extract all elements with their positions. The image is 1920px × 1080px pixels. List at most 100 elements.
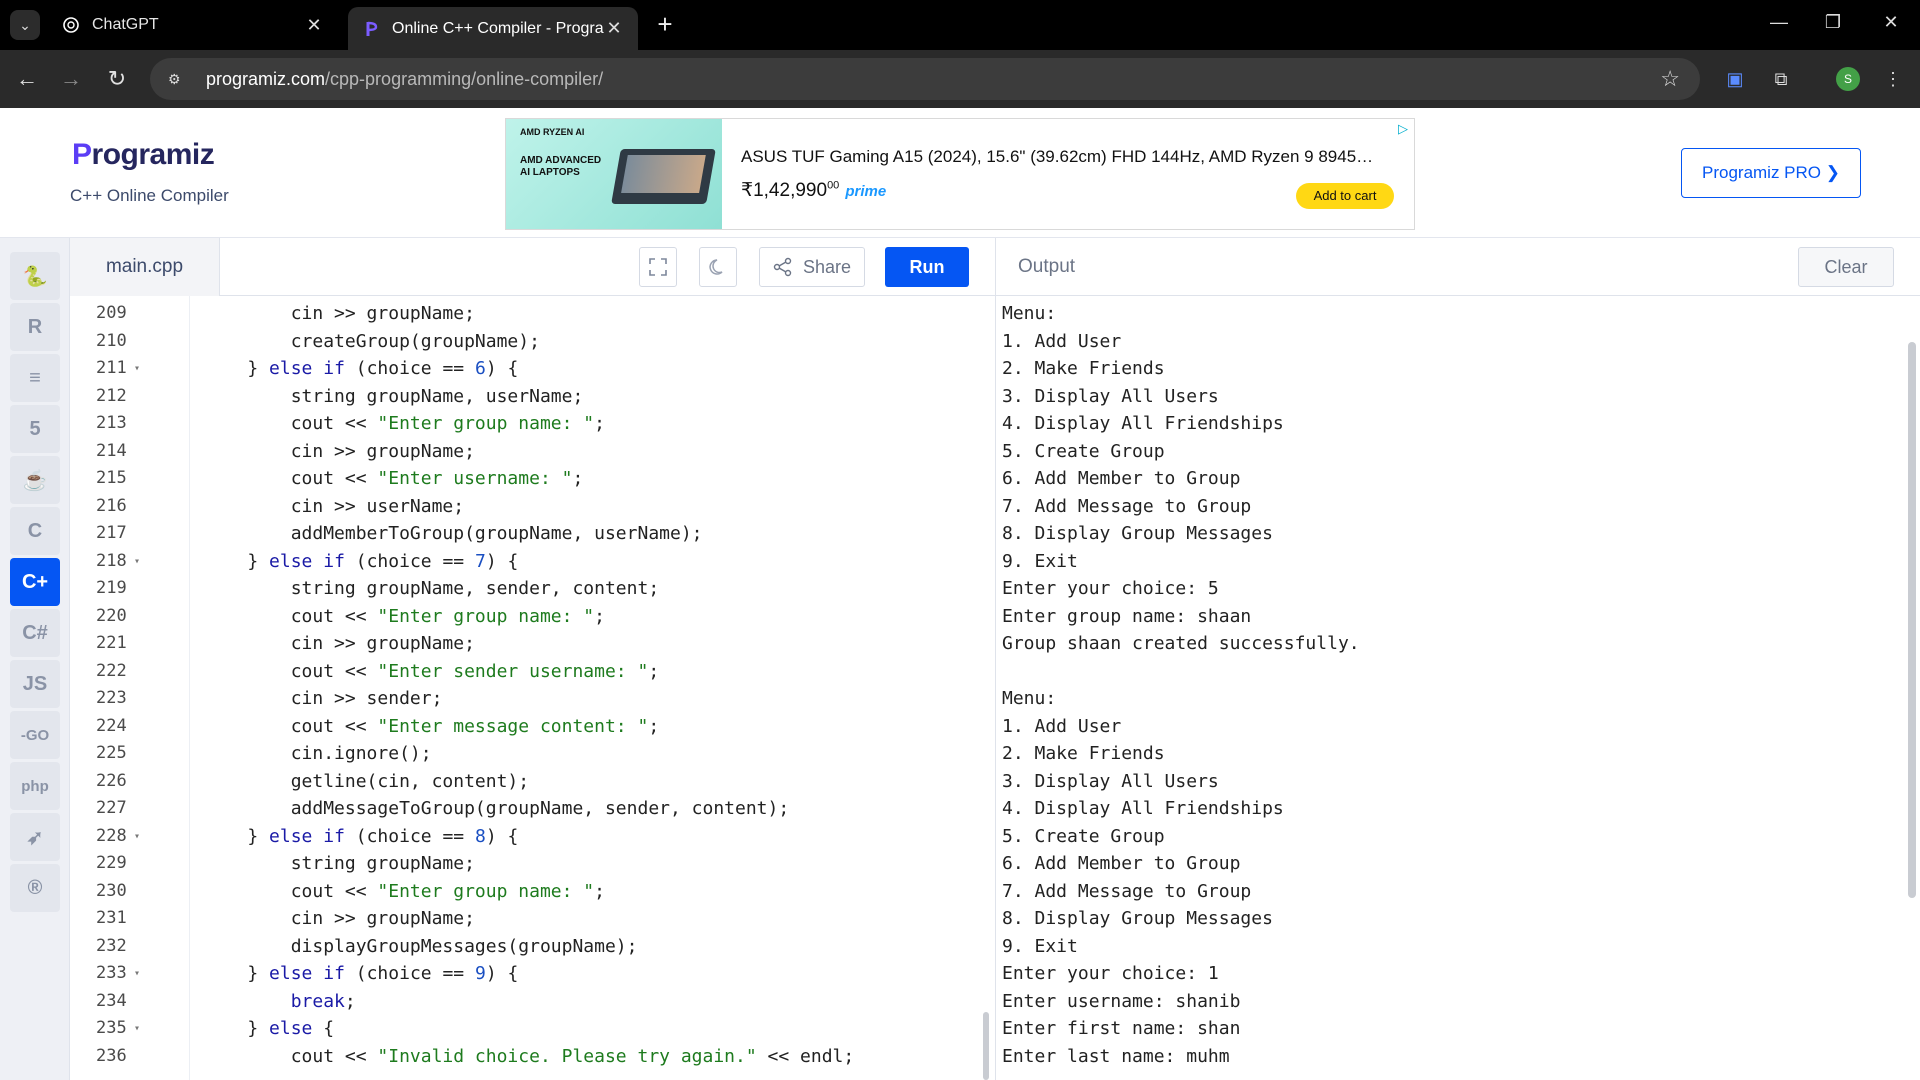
output-line: 4. Display All Friendships [1002,798,1284,819]
code-line[interactable]: 215 cout << "Enter username: "; [70,465,970,493]
code-text: cin >> groupName; [204,633,475,654]
code-line[interactable]: 235 ▾ } else { [70,1015,970,1043]
fold-caret-icon[interactable]: ▾ [134,823,140,851]
extensions-puzzle-icon[interactable]: ⧉ [1766,64,1796,94]
r-lang-icon[interactable]: R [10,303,60,351]
sql-icon[interactable]: ≡ [10,354,60,402]
code-line[interactable]: 229 string groupName; [70,850,970,878]
fold-caret-icon[interactable]: ▾ [134,960,140,988]
tab-search-button[interactable]: ⌄ [10,10,40,40]
ad-title[interactable]: ASUS TUF Gaming A15 (2024), 15.6" (39.62… [741,147,1373,167]
forward-arrow-icon[interactable]: → [56,64,86,94]
code-line[interactable]: 213 cout << "Enter group name: "; [70,410,970,438]
php-icon[interactable]: php [10,762,60,810]
extension-window-icon[interactable]: ▣ [1720,64,1750,94]
close-tab-icon[interactable]: ✕ [304,15,324,36]
code-line[interactable]: 209 cin >> groupName; [70,300,970,328]
code-line[interactable]: 232 displayGroupMessages(groupName); [70,933,970,961]
line-number: 210 [96,330,127,351]
new-tab-button[interactable]: + [650,10,680,40]
swift-icon[interactable]: ➶ [10,813,60,861]
language-sidebar: 🐍 R ≡ 5 ☕ C C+ C# JS -GO php ➶ ® [0,238,70,1080]
output-line: 7. Add Message to Group [1002,880,1252,902]
line-number: 209 [96,303,127,323]
code-editor[interactable]: 209 cin >> groupName; 210 createGroup(gro… [70,296,995,1080]
file-tab-main-cpp[interactable]: main.cpp [70,238,220,296]
code-line[interactable]: 214 cin >> groupName; [70,438,970,466]
code-line[interactable]: 226 getline(cin, content); [70,768,970,796]
code-line[interactable]: 222 cout << "Enter sender username: "; [70,658,970,686]
clear-output-button[interactable]: Clear [1798,247,1894,287]
code-line[interactable]: 227 addMessageToGroup(groupName, sender,… [70,795,970,823]
code-line[interactable]: 225 cin.ignore(); [70,740,970,768]
code-line[interactable]: 233 ▾ } else if (choice == 9) { [70,960,970,988]
fold-caret-icon[interactable]: ▾ [134,355,140,383]
code-line[interactable]: 210 createGroup(groupName); [70,328,970,356]
programiz-logo[interactable]: Programiz [72,138,215,172]
reload-icon[interactable]: ↻ [102,64,132,94]
line-number: 235 [96,1018,127,1038]
html-icon[interactable]: 5 [10,405,60,453]
output-line: Enter username: shanib [1002,990,1241,1012]
site-info-icon[interactable]: ⚙ [168,71,190,88]
ad-image[interactable]: AMD RYZEN AI AMD ADVANCED AI LAPTOPS [506,119,722,229]
ad-price: ₹1,42,99000 prime [741,179,887,201]
javascript-icon[interactable]: JS [10,660,60,708]
ad-choices-icon[interactable]: ▷ [1398,121,1408,137]
fold-caret-icon[interactable]: ▾ [134,548,140,576]
code-text: string groupName, userName; [204,385,584,407]
cpp-lang-icon[interactable]: C+ [10,558,60,606]
more-menu-icon[interactable]: ⋮ [1878,64,1908,94]
restore-window-icon[interactable]: ❐ [1818,12,1848,38]
code-line[interactable]: 216 cin >> userName; [70,493,970,521]
bookmark-star-icon[interactable]: ☆ [1660,66,1680,92]
address-bar[interactable]: ⚙ programiz.com/cpp-programming/online-c… [150,58,1700,100]
code-line[interactable]: 212 string groupName, userName; [70,383,970,411]
back-arrow-icon[interactable]: ← [12,64,42,94]
code-line[interactable]: 234 break; [70,988,970,1016]
output-line: Menu: [1002,303,1057,324]
minimize-window-icon[interactable]: — [1764,12,1794,38]
csharp-icon[interactable]: C# [10,609,60,657]
code-line[interactable]: 220 cout << "Enter group name: "; [70,603,970,631]
editor-scrollbar[interactable] [983,1012,989,1080]
code-line[interactable]: 236 cout << "Invalid choice. Please try … [70,1043,970,1071]
output-title: Output [1018,256,1076,277]
code-line[interactable]: 211 ▾ } else if (choice == 6) { [70,355,970,383]
add-to-cart-button[interactable]: Add to cart [1296,183,1394,209]
line-number: 236 [96,1045,127,1066]
python-icon[interactable]: 🐍 [10,252,60,300]
code-line[interactable]: 231 cin >> groupName; [70,905,970,933]
fullscreen-button[interactable] [639,247,677,287]
browser-tab-chatgpt[interactable]: ChatGPT ✕ [48,7,338,43]
code-line[interactable]: 223 cin >> sender; [70,685,970,713]
code-line[interactable]: 228 ▾ } else if (choice == 8) { [70,823,970,851]
c-lang-icon[interactable]: C [10,507,60,555]
go-icon[interactable]: -GO [10,711,60,759]
profile-avatar[interactable]: S [1836,67,1860,91]
browser-tab-programiz[interactable]: Online C++ Compiler - Program ✕ [348,7,638,50]
output-line: 3. Display All Users [1002,385,1219,407]
code-line[interactable]: 221 cin >> groupName; [70,630,970,658]
line-number: 213 [96,413,127,433]
moon-icon [709,259,723,275]
code-line[interactable]: 218 ▾ } else if (choice == 7) { [70,548,970,576]
close-window-icon[interactable]: ✕ [1876,12,1906,38]
output-scrollbar[interactable] [1908,342,1916,898]
rust-icon[interactable]: ® [10,864,60,912]
share-button[interactable]: Share [759,247,865,287]
dark-mode-button[interactable] [699,247,737,287]
code-line[interactable]: 224 cout << "Enter message content: "; [70,713,970,741]
fold-caret-icon[interactable]: ▾ [134,1015,140,1043]
java-icon[interactable]: ☕ [10,456,60,504]
output-line: 5. Create Group [1002,440,1165,462]
run-button[interactable]: Run [885,247,969,287]
close-tab-icon[interactable]: ✕ [604,18,624,39]
line-number: 232 [96,935,127,956]
advertisement-banner[interactable]: AMD RYZEN AI AMD ADVANCED AI LAPTOPS ASU… [505,118,1415,230]
code-line[interactable]: 219 string groupName, sender, content; [70,575,970,603]
code-line[interactable]: 230 cout << "Enter group name: "; [70,878,970,906]
code-line[interactable]: 217 addMemberToGroup(groupName, userName… [70,520,970,548]
code-text: getline(cin, content); [204,770,530,792]
programiz-pro-button[interactable]: Programiz PRO ❯ [1681,148,1861,198]
